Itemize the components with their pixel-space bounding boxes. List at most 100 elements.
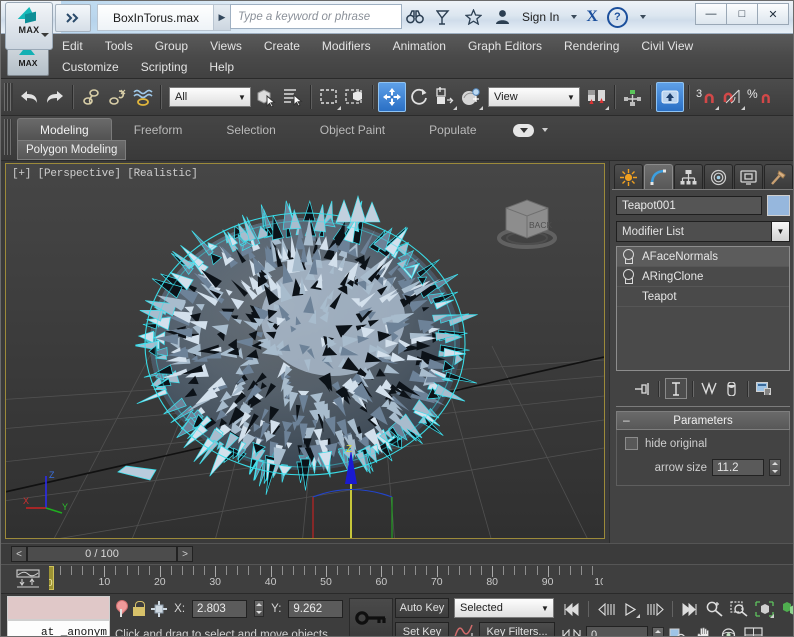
auto-key-button[interactable]: Auto Key [395, 598, 449, 618]
star-icon[interactable] [463, 6, 483, 28]
time-slider-handle[interactable]: 0 [49, 566, 54, 590]
autodesk-exchange-icon[interactable]: X [586, 8, 598, 26]
sign-in-chevron-icon[interactable] [571, 15, 578, 19]
tab-freeform[interactable]: Freeform [112, 119, 205, 142]
modify-tab[interactable] [644, 164, 673, 189]
modifier-stack-entry-afacenormals[interactable]: AFaceNormals [617, 247, 789, 267]
maxscript-output-pane[interactable]: at _anonym [7, 620, 110, 636]
remove-modifier-icon[interactable] [722, 379, 742, 398]
parameters-rollout-header[interactable]: – Parameters [616, 411, 790, 430]
reference-coordinate-system-combo[interactable]: View ▼ [488, 87, 580, 107]
object-name-field[interactable]: Teapot001 [616, 196, 762, 215]
modifier-list-dropdown[interactable]: Modifier List ▼ [616, 221, 790, 242]
toolbar-gripper[interactable] [4, 83, 13, 111]
angle-snap-toggle-button[interactable] [720, 83, 746, 111]
selection-filter-combo[interactable]: All ▼ [169, 87, 251, 107]
chevron-down-icon-modifier[interactable]: ▼ [771, 222, 789, 241]
select-and-place-button[interactable] [458, 83, 484, 111]
go-to-end-button[interactable] [679, 599, 700, 619]
chevron-down-icon-2[interactable]: ▼ [563, 88, 579, 106]
rectangular-selection-region-button[interactable] [316, 83, 342, 111]
hide-original-checkbox[interactable] [625, 437, 638, 450]
menu-item-create[interactable]: Create [253, 37, 311, 55]
ribbon-display-options-icon[interactable] [512, 123, 534, 137]
maxscript-input-pane[interactable] [7, 596, 110, 620]
current-frame-spinner[interactable] [652, 626, 664, 636]
menu-item-rendering[interactable]: Rendering [553, 37, 630, 55]
hierarchy-tab[interactable] [674, 164, 703, 189]
key-mode-nav-button[interactable] [561, 625, 582, 636]
menu-item-tools[interactable]: Tools [94, 37, 144, 55]
set-key-button[interactable]: Set Key [395, 622, 449, 636]
pan-icon[interactable] [693, 625, 714, 636]
motion-tab[interactable] [704, 164, 733, 189]
previous-frame-button[interactable] [595, 599, 616, 619]
ribbon-gripper[interactable] [4, 119, 12, 155]
sign-in-label[interactable]: Sign In [522, 10, 559, 24]
modifier-stack[interactable]: AFaceNormals ARingClone Teapot [616, 246, 790, 371]
zoom-extents-icon[interactable] [754, 599, 775, 619]
binoculars-icon[interactable] [405, 6, 425, 28]
flyout-corner-icon-3[interactable] [479, 106, 483, 110]
zoom-extents-selected-icon[interactable] [668, 625, 689, 636]
quick-access-toolbar-button[interactable] [55, 4, 91, 32]
application-menu-button[interactable]: MAX [5, 2, 53, 50]
zoom-region-icon[interactable] [779, 599, 793, 619]
menu-item-graph-editors[interactable]: Graph Editors [457, 37, 553, 55]
zoom-extents-flyout-icon[interactable] [770, 614, 774, 618]
key-filter-combo[interactable]: Selected ▼ [454, 598, 554, 618]
next-frame-button[interactable] [645, 599, 666, 619]
select-and-link-button[interactable] [78, 83, 104, 111]
go-to-start-button[interactable] [561, 599, 582, 619]
menu-item-customize[interactable]: Customize [51, 58, 130, 76]
menu-item-modifiers[interactable]: Modifiers [311, 37, 382, 55]
tab-modeling[interactable]: Modeling [17, 118, 112, 142]
set-key-curve-icon[interactable] [454, 622, 474, 636]
show-end-result-icon[interactable] [664, 378, 687, 399]
flyout-corner-icon-6[interactable] [741, 106, 745, 110]
track-bar[interactable]: 10 20 30 40 50 60 70 80 90 100 0 [1, 564, 793, 594]
current-frame-input[interactable]: 0 [586, 626, 648, 636]
select-object-button[interactable] [254, 83, 280, 111]
window-crossing-toggle-button[interactable] [342, 83, 368, 111]
open-mini-curve-editor-icon[interactable] [15, 569, 41, 589]
ribbon-chevron-down-icon[interactable] [541, 128, 548, 132]
select-and-rotate-button[interactable] [406, 83, 432, 111]
coord-x-input[interactable]: 2.803 [192, 599, 247, 618]
pin-stack-icon[interactable] [633, 379, 653, 398]
flyout-corner-icon-4[interactable] [605, 106, 609, 110]
make-unique-icon[interactable] [699, 379, 719, 398]
menu-item-edit[interactable]: Edit [51, 37, 94, 55]
key-filters-button[interactable]: Key Filters... [479, 622, 555, 636]
tab-selection[interactable]: Selection [204, 119, 297, 142]
configure-sets-icon[interactable] [754, 379, 774, 398]
percent-snap-toggle-button[interactable]: % [746, 83, 772, 111]
next-frame-arrow[interactable]: > [177, 546, 193, 562]
hide-original-row[interactable]: hide original [625, 437, 781, 450]
menu-item-civil-view[interactable]: Civil View [630, 37, 704, 55]
select-and-move-button[interactable] [378, 82, 406, 112]
tab-populate[interactable]: Populate [407, 119, 498, 142]
play-flyout-corner-icon[interactable] [636, 614, 640, 618]
play-button[interactable] [620, 599, 641, 619]
select-by-name-button[interactable] [280, 83, 306, 111]
create-tab[interactable] [614, 164, 643, 189]
display-tab[interactable] [734, 164, 763, 189]
zoom-all-icon[interactable] [729, 599, 750, 619]
modifier-stack-entry-teapot[interactable]: Teapot [617, 287, 789, 307]
document-dropdown-arrow[interactable]: ▶ [213, 4, 231, 31]
redo-button[interactable] [42, 83, 68, 111]
snap-toggle-button[interactable]: 3 [694, 83, 720, 111]
object-color-swatch[interactable] [767, 195, 790, 216]
selection-lock-icon[interactable] [132, 600, 146, 617]
search-input[interactable]: Type a keyword or phrase [230, 4, 402, 29]
rollout-collapse-icon[interactable]: – [623, 413, 630, 427]
close-button[interactable]: ✕ [757, 3, 789, 25]
chevron-down-icon-keyfilter[interactable]: ▼ [537, 599, 553, 617]
chevron-down-icon[interactable]: ▼ [234, 88, 250, 106]
unlink-selection-button[interactable] [104, 83, 130, 111]
flyout-corner-icon-5[interactable] [715, 106, 719, 110]
key-mode-toggle-button[interactable] [349, 598, 393, 636]
timeline-ruler[interactable]: 10 20 30 40 50 60 70 80 90 100 0 [49, 565, 603, 593]
select-and-manipulate-button[interactable] [656, 82, 684, 112]
